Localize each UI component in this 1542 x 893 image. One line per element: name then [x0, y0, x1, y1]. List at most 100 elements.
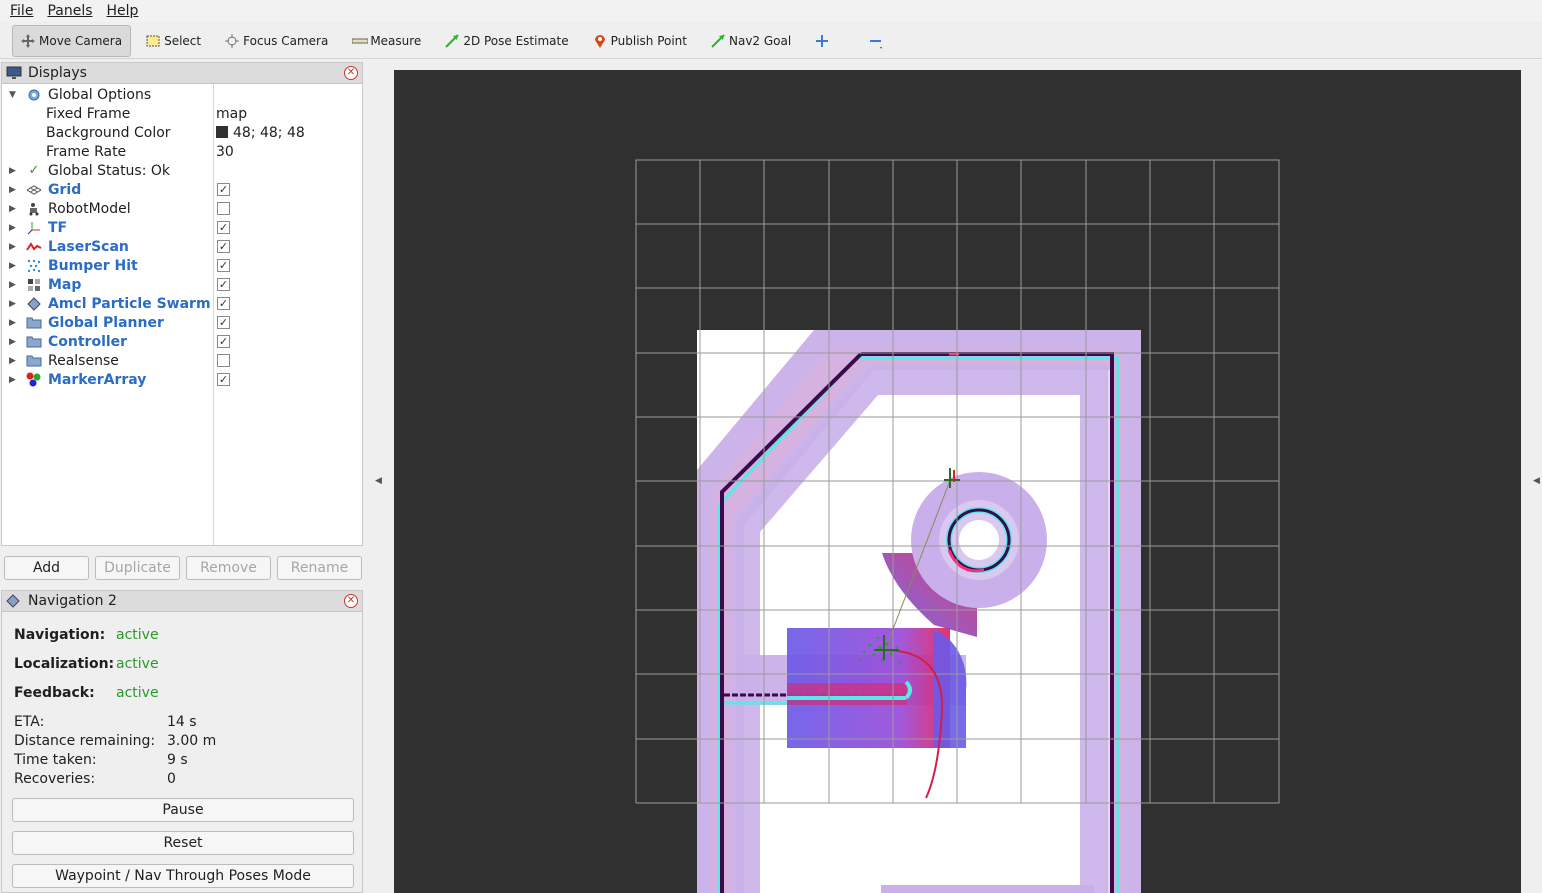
tree-row-bumper-hit[interactable]: ▶ Bumper Hit ✓ [2, 256, 362, 275]
tree-row-robotmodel[interactable]: ▶ RobotModel [2, 199, 362, 218]
close-displays-icon[interactable]: ✕ [344, 66, 358, 80]
robot-icon [26, 201, 42, 217]
tree-row-laserscan[interactable]: ▶ LaserScan ✓ [2, 237, 362, 256]
menu-help[interactable]: Help [107, 3, 139, 19]
add-display-button[interactable]: Add [4, 556, 89, 580]
controller-checkbox[interactable]: ✓ [217, 335, 230, 348]
tree-row-frame-rate[interactable]: Frame Rate 30 [2, 142, 362, 161]
tree-row-global-options[interactable]: ▼ Global Options [2, 85, 362, 104]
publish-point-button[interactable]: Publish Point [584, 25, 696, 57]
tree-row-amcl-particle-swarm[interactable]: ▶ Amcl Particle Swarm ✓ [2, 294, 362, 313]
bumper-hit-checkbox[interactable]: ✓ [217, 259, 230, 272]
point-cloud-icon [26, 258, 42, 274]
tree-row-markerarray[interactable]: ▶ MarkerArray ✓ [2, 370, 362, 389]
gear-icon [26, 87, 42, 103]
reset-button[interactable]: Reset [12, 831, 354, 855]
map-checkbox[interactable]: ✓ [217, 278, 230, 291]
global-planner-checkbox[interactable]: ✓ [217, 316, 230, 329]
map-icon [26, 277, 42, 293]
collapse-arrow-icon[interactable]: ▶ [9, 204, 16, 214]
eta-row: ETA: 14 s [14, 714, 197, 730]
feedback-status-row: Feedback: active [14, 685, 159, 701]
collapse-arrow-icon[interactable]: ▶ [9, 223, 16, 233]
collapse-arrow-icon[interactable]: ▶ [9, 185, 16, 195]
select-button[interactable]: Select [137, 25, 210, 57]
localization-status-row: Localization: active [14, 656, 159, 672]
tree-row-map[interactable]: ▶ Map ✓ [2, 275, 362, 294]
distance-row: Distance remaining: 3.00 m [14, 733, 217, 749]
monitor-icon [6, 66, 22, 80]
focus-camera-icon [225, 33, 240, 48]
displays-tree: ▼ Global Options Fixed Frame map Backgro… [2, 84, 362, 545]
displays-panel: Displays ✕ ▼ Global Options Fixed Frame … [1, 62, 363, 546]
menu-panels[interactable]: Panels [47, 3, 92, 19]
collapse-arrow-icon[interactable]: ▶ [9, 242, 16, 252]
color-swatch [216, 125, 228, 138]
collapse-arrow-icon[interactable]: ▶ [9, 166, 16, 176]
folder-icon [26, 334, 42, 350]
collapse-arrow-icon[interactable]: ▶ [9, 280, 16, 290]
tree-row-fixed-frame[interactable]: Fixed Frame map [2, 104, 362, 123]
tree-row-global-planner[interactable]: ▶ Global Planner ✓ [2, 313, 362, 332]
collapse-arrow-icon[interactable]: ▶ [9, 337, 16, 347]
realsense-checkbox[interactable] [217, 354, 230, 367]
tf-checkbox[interactable]: ✓ [217, 221, 230, 234]
navigation-panel: Navigation 2 ✕ Navigation: active Locali… [1, 590, 363, 893]
tree-row-tf[interactable]: ▶ TF ✓ [2, 218, 362, 237]
diamond-icon [6, 594, 22, 608]
collapse-arrow-icon[interactable]: ▶ [9, 299, 16, 309]
select-icon [146, 34, 160, 48]
move-camera-icon [21, 33, 35, 48]
collapse-arrow-icon[interactable]: ▶ [9, 261, 16, 271]
add-tool-button[interactable] [806, 25, 842, 57]
tree-row-realsense[interactable]: ▶ Realsense [2, 351, 362, 370]
displays-title: Displays [28, 65, 87, 81]
tree-row-global-status[interactable]: ▶ ✓ Global Status: Ok [2, 161, 362, 180]
menu-file[interactable]: File [10, 3, 33, 19]
duplicate-display-button[interactable]: Duplicate [95, 556, 180, 580]
collapse-arrow-icon[interactable]: ▶ [9, 375, 16, 385]
remove-tool-button[interactable] [860, 25, 896, 57]
folder-icon [26, 353, 42, 369]
measure-button[interactable]: Measure [343, 25, 430, 57]
robotmodel-checkbox[interactable] [217, 202, 230, 215]
collapse-left-icon[interactable]: ◀ [375, 476, 382, 486]
laserscan-checkbox[interactable]: ✓ [217, 240, 230, 253]
map-scene [635, 159, 1280, 893]
markerarray-checkbox[interactable]: ✓ [217, 373, 230, 386]
tree-row-controller[interactable]: ▶ Controller ✓ [2, 332, 362, 351]
round-obstacle [911, 472, 1047, 608]
measure-icon [351, 34, 369, 48]
move-camera-button[interactable]: Move Camera [12, 24, 132, 57]
plus-icon [815, 34, 829, 48]
collapse-arrow-icon[interactable]: ▶ [9, 356, 16, 366]
waypoint-mode-button[interactable]: Waypoint / Nav Through Poses Mode [12, 864, 354, 888]
navigation-status-row: Navigation: active [14, 627, 159, 643]
rename-display-button[interactable]: Rename [277, 556, 362, 580]
navigation-header: Navigation 2 ✕ [2, 591, 362, 612]
tree-row-grid[interactable]: ▶ Grid ✓ [2, 180, 362, 199]
pause-button[interactable]: Pause [12, 798, 354, 822]
publish-point-icon [593, 34, 607, 48]
collapse-arrow-icon[interactable]: ▶ [9, 318, 16, 328]
panel-splitter[interactable]: ◀ [366, 62, 390, 893]
minus-icon [869, 34, 883, 49]
displays-buttons: Add Duplicate Remove Rename [4, 556, 362, 580]
nav2-goal-button[interactable]: Nav2 Goal [702, 25, 800, 57]
grid-checkbox[interactable]: ✓ [217, 183, 230, 196]
grid-icon [26, 182, 42, 198]
remove-display-button[interactable]: Remove [186, 556, 271, 580]
collapse-right-icon[interactable]: ◀ [1533, 476, 1540, 486]
focus-camera-button[interactable]: Focus Camera [216, 25, 337, 57]
folder-icon [26, 315, 42, 331]
close-navigation-icon[interactable]: ✕ [344, 594, 358, 608]
expand-arrow-icon[interactable]: ▼ [9, 90, 16, 100]
amcl-checkbox[interactable]: ✓ [217, 297, 230, 310]
displays-header: Displays ✕ [2, 63, 362, 84]
render-viewport[interactable] [394, 70, 1521, 893]
laser-scan-icon [26, 239, 42, 255]
tree-row-background-color[interactable]: Background Color 48; 48; 48 [2, 123, 362, 142]
pose-estimate-button[interactable]: 2D Pose Estimate [436, 25, 577, 57]
background-color-value[interactable]: 48; 48; 48 [216, 125, 305, 141]
axes-icon [26, 220, 42, 236]
